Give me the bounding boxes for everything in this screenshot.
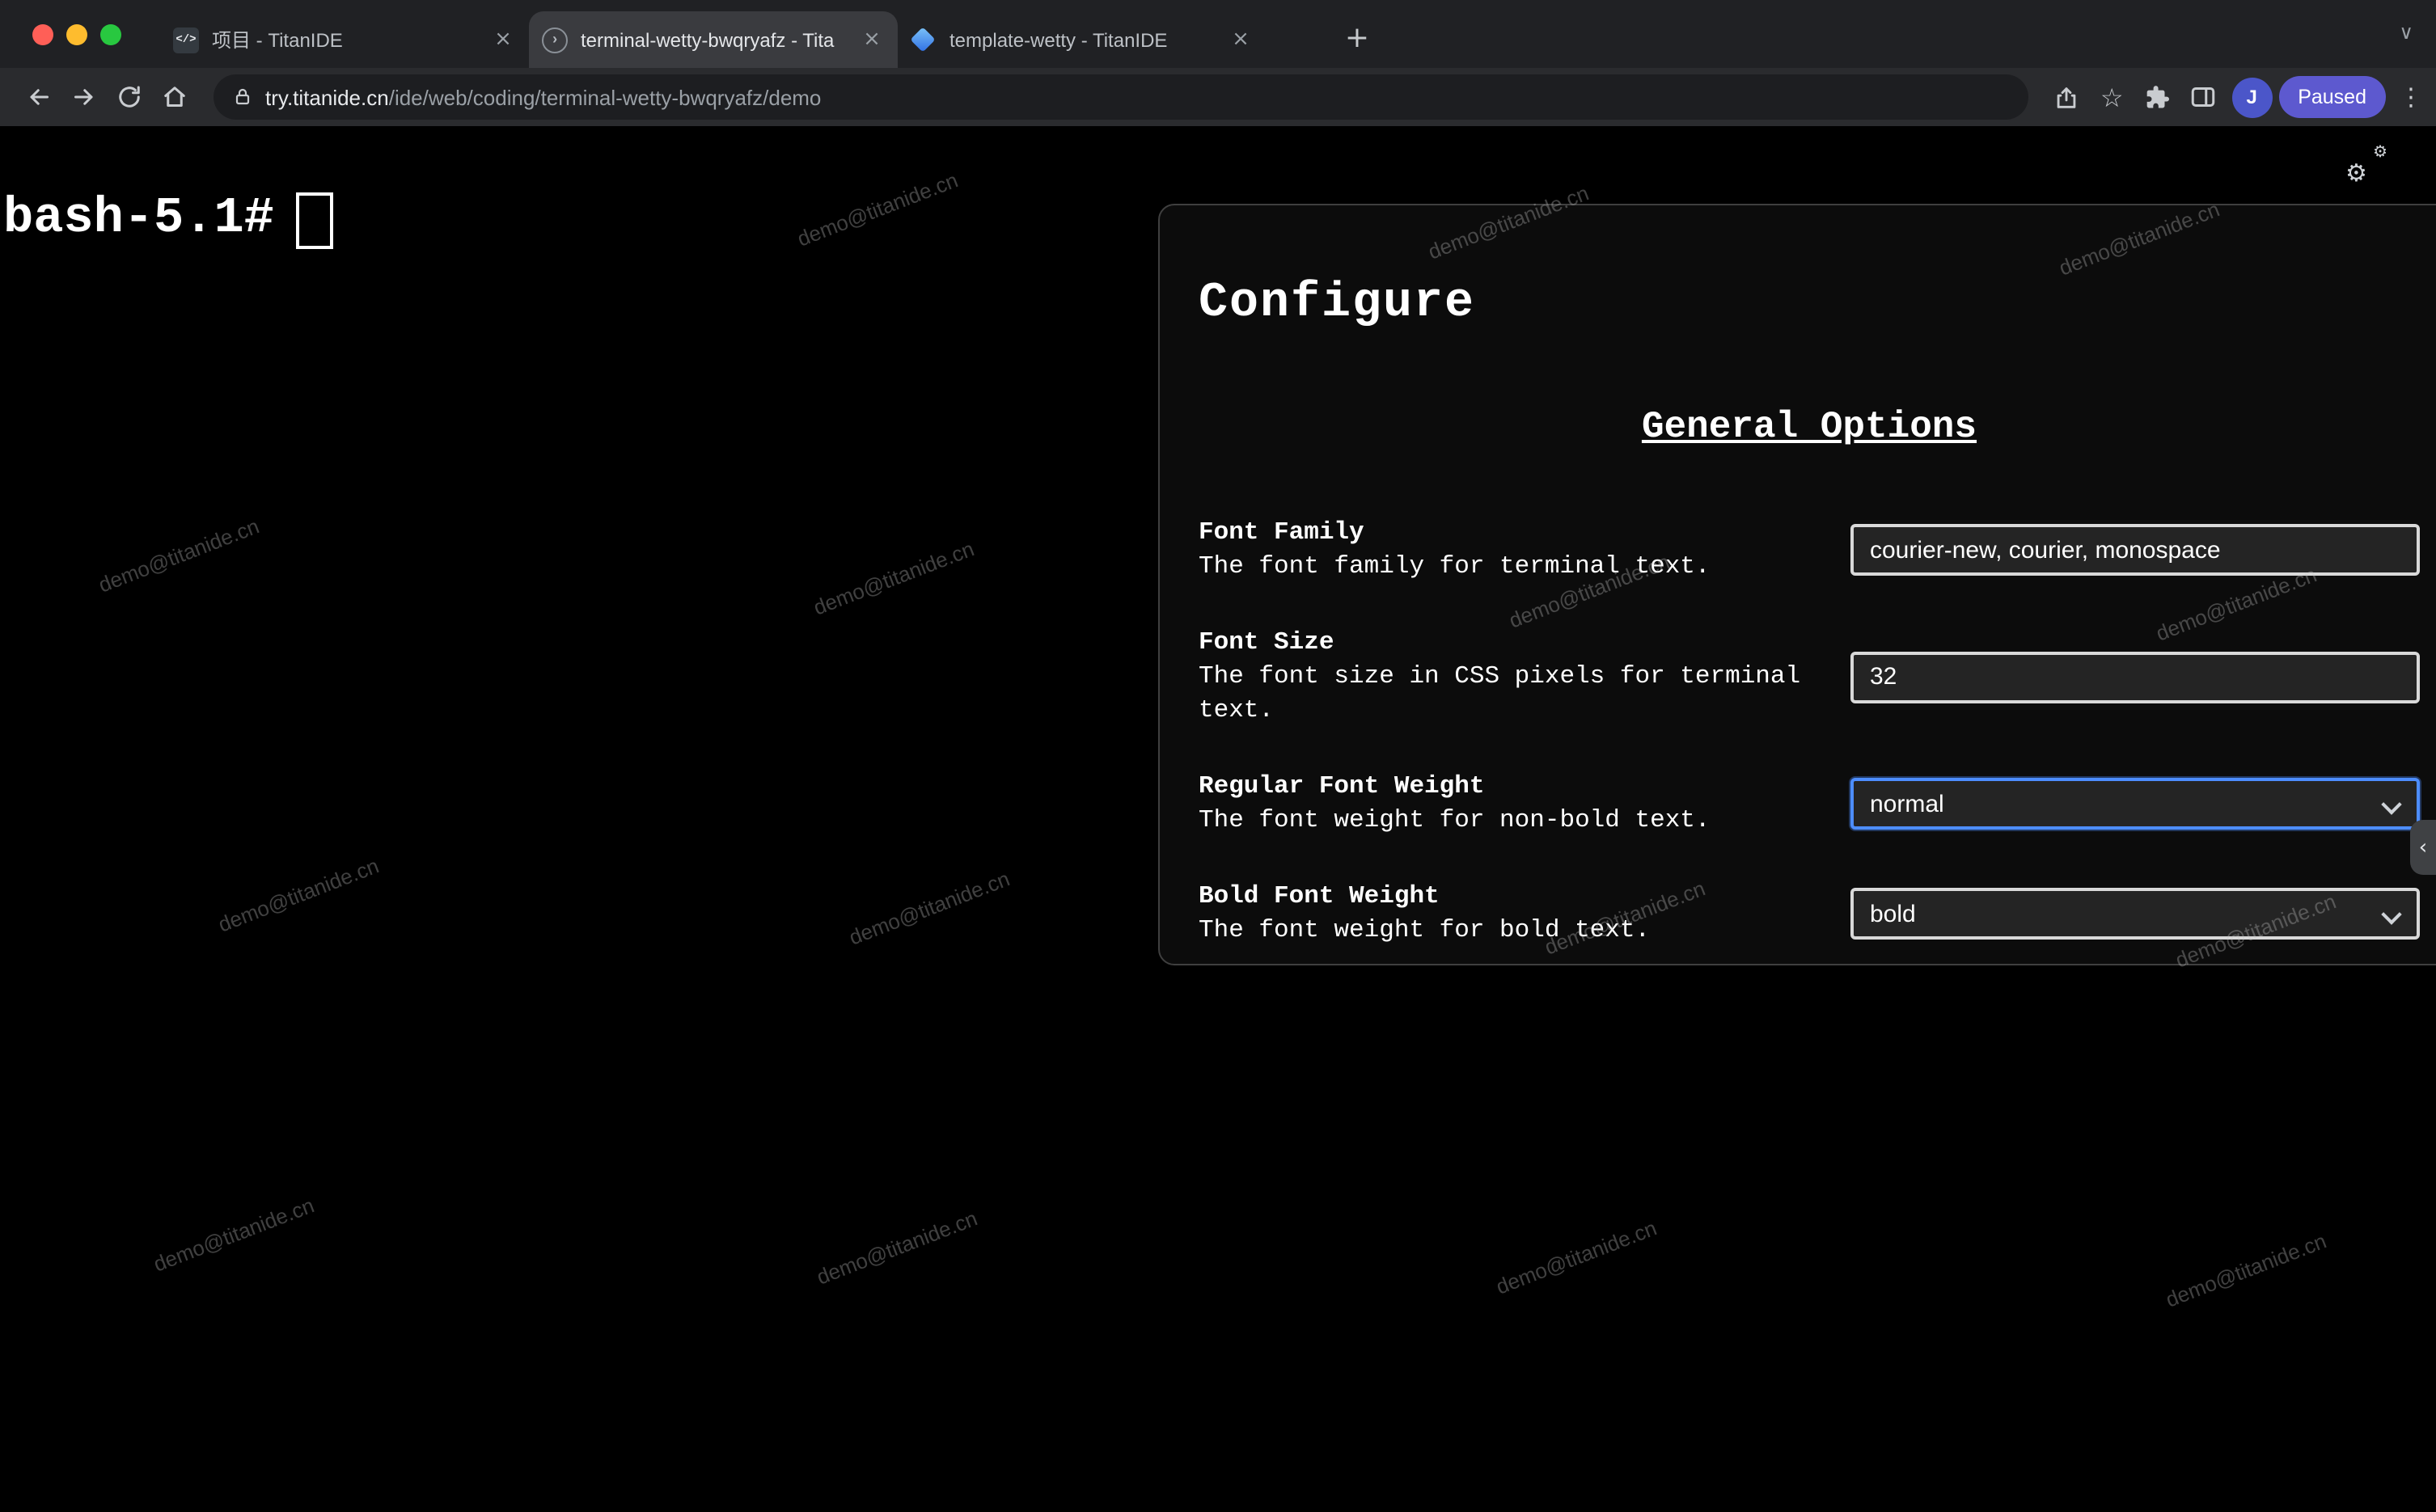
- tab-label: template-wetty - TitanIDE: [949, 28, 1168, 51]
- field-row-bold-font-weight: Bold Font Weight The font weight for bol…: [1199, 880, 2420, 948]
- terminal-screen[interactable]: bash-5.1# ⚙ ⚙ ‹ Configure General Option…: [0, 126, 2436, 1512]
- profile-avatar[interactable]: J: [2231, 77, 2273, 117]
- field-label: Font Size: [1199, 627, 1334, 657]
- share-icon[interactable]: [2044, 74, 2089, 120]
- side-panel-icon[interactable]: [2180, 74, 2225, 120]
- zoom-window-button[interactable]: [100, 24, 121, 45]
- window-controls: [32, 24, 121, 45]
- field-description: The font family for terminal text.: [1199, 551, 1711, 581]
- tab-template-wetty[interactable]: template-wetty - TitanIDE ×: [898, 11, 1267, 68]
- regular-font-weight-select[interactable]: normal: [1850, 778, 2420, 830]
- terminal-prompt: bash-5.1#: [3, 191, 274, 247]
- field-description: The font size in CSS pixels for terminal…: [1199, 661, 1801, 724]
- browser-toolbar: try.titanide.cn/ide/web/coding/terminal-…: [0, 68, 2436, 126]
- bold-font-weight-select[interactable]: bold: [1850, 888, 2420, 940]
- browser-menu-icon[interactable]: ⋮: [2399, 82, 2423, 112]
- tab-strip: </> 项目 - TitanIDE × › terminal-wetty-bwq…: [0, 0, 2436, 68]
- lock-icon[interactable]: [233, 87, 252, 107]
- tab-project[interactable]: </> 项目 - TitanIDE ×: [160, 11, 529, 68]
- forward-button[interactable]: [61, 74, 107, 120]
- browser-window: </> 项目 - TitanIDE × › terminal-wetty-bwq…: [0, 0, 2436, 1512]
- new-tab-button[interactable]: +: [1336, 16, 1378, 58]
- select-chevron-icon: [2381, 794, 2402, 815]
- url-host: try.titanide.cn: [265, 85, 389, 109]
- terminal-cursor: [296, 192, 334, 248]
- configure-title: Configure: [1199, 277, 1476, 332]
- home-button[interactable]: [152, 74, 197, 120]
- tab-label: terminal-wetty-bwqryafz - Tita: [581, 28, 835, 51]
- collapse-panel-handle[interactable]: ‹: [2410, 820, 2436, 875]
- url-text: try.titanide.cn/ide/web/coding/terminal-…: [265, 85, 821, 109]
- template-icon: [911, 27, 937, 53]
- tab-close-icon[interactable]: ×: [1228, 27, 1254, 53]
- tab-terminal-wetty[interactable]: › terminal-wetty-bwqryafz - Tita ×: [529, 11, 898, 68]
- close-window-button[interactable]: [32, 24, 53, 45]
- field-label: Font Family: [1199, 517, 1364, 547]
- field-row-font-family: Font Family The font family for terminal…: [1199, 516, 2420, 584]
- minimize-window-button[interactable]: [66, 24, 87, 45]
- field-row-font-size: Font Size The font size in CSS pixels fo…: [1199, 626, 2420, 728]
- address-bar[interactable]: try.titanide.cn/ide/web/coding/terminal-…: [214, 74, 2028, 120]
- field-label: Regular Font Weight: [1199, 771, 1485, 800]
- tab-close-icon[interactable]: ×: [859, 27, 885, 53]
- font-size-input[interactable]: [1850, 651, 2420, 703]
- url-path: /ide/web/coding/terminal-wetty-bwqryafz/…: [388, 85, 822, 109]
- bookmark-star-icon[interactable]: ☆: [2089, 74, 2134, 120]
- terminal-prompt-line: bash-5.1#: [3, 191, 334, 249]
- reload-button[interactable]: [107, 74, 152, 120]
- select-value: normal: [1870, 790, 1944, 817]
- tab-search-chevron-icon[interactable]: ∨: [2399, 21, 2413, 44]
- sync-paused-badge[interactable]: Paused: [2278, 76, 2386, 118]
- tab-label: 项目 - TitanIDE: [212, 29, 343, 52]
- code-icon: </>: [173, 27, 199, 53]
- extensions-puzzle-icon[interactable]: [2134, 74, 2180, 120]
- general-options-heading: General Options: [1641, 406, 1977, 448]
- settings-gear-icon[interactable]: ⚙ ⚙: [2345, 144, 2387, 188]
- field-label: Bold Font Weight: [1199, 881, 1440, 910]
- configure-panel: Configure General Options Font Family Th…: [1158, 204, 2436, 965]
- terminal-icon: ›: [542, 27, 568, 53]
- back-button[interactable]: [16, 74, 61, 120]
- field-row-regular-font-weight: Regular Font Weight The font weight for …: [1199, 770, 2420, 838]
- field-description: The font weight for bold text.: [1199, 915, 1651, 944]
- tab-close-icon[interactable]: ×: [490, 27, 516, 53]
- select-value: bold: [1870, 900, 1916, 927]
- font-family-input[interactable]: [1850, 524, 2420, 576]
- select-chevron-icon: [2381, 904, 2402, 925]
- field-description: The font weight for non-bold text.: [1199, 805, 1711, 834]
